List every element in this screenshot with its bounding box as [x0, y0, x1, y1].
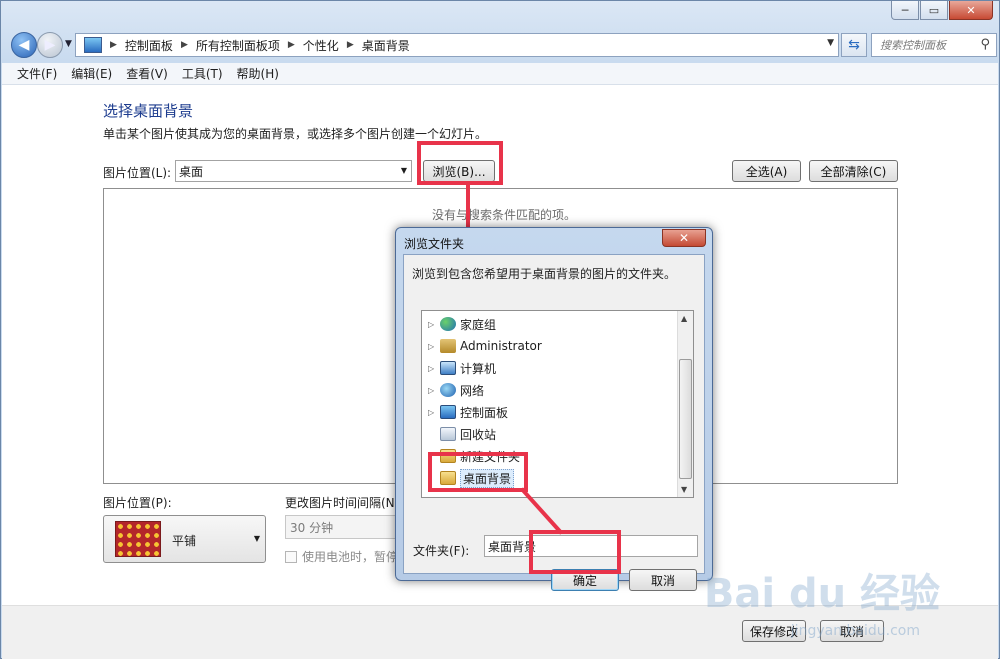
tree-item-label: Administrator — [460, 339, 542, 353]
battery-pause-label: 使用电池时，暂停幻 — [302, 550, 411, 564]
close-window-button[interactable]: ✕ — [949, 1, 993, 20]
minimize-button[interactable]: ─ — [891, 1, 919, 20]
dialog-cancel-button[interactable]: 取消 — [629, 569, 697, 591]
tree-item-label: 家庭组 — [460, 317, 497, 332]
select-all-button[interactable]: 全选(A) — [732, 160, 801, 182]
menu-view[interactable]: 查看(V) — [119, 65, 175, 82]
menu-tools[interactable]: 工具(T) — [175, 65, 230, 82]
window-caption-buttons: ─ ▭ ✕ — [891, 1, 993, 20]
expand-icon[interactable]: ▷ — [428, 408, 440, 417]
tree-item[interactable]: ▷ 家庭组 — [428, 314, 496, 334]
baidu-watermark-url: jingyan.baidu.com — [790, 623, 920, 639]
picture-position-label: 图片位置(P): — [103, 496, 172, 510]
user-folder-icon — [440, 339, 456, 353]
picture-position-value: 平铺 — [172, 534, 197, 548]
forward-button[interactable]: ▶ — [37, 32, 63, 58]
search-placeholder: 搜索控制面板 — [880, 39, 946, 52]
scroll-down-icon[interactable]: ▼ — [681, 485, 687, 494]
folder-label: 文件夹(F): — [413, 544, 470, 558]
picture-position-select[interactable]: 平铺 ▼ — [103, 515, 266, 563]
breadcrumb-desktop-background[interactable]: 桌面背景 — [358, 37, 414, 54]
menu-edit[interactable]: 编辑(E) — [64, 65, 119, 82]
picture-location-value: 桌面 — [179, 164, 204, 179]
tree-item[interactable]: 回收站 — [428, 424, 496, 444]
vertical-scrollbar[interactable]: ▲ ▼ — [677, 311, 693, 497]
navigation-bar: ◀ ▶ ▼ ▶ 控制面板 ▶ 所有控制面板项 ▶ 个性化 ▶ 桌面背景 ▼ ⇆ … — [9, 31, 997, 59]
address-bar[interactable]: ▶ 控制面板 ▶ 所有控制面板项 ▶ 个性化 ▶ 桌面背景 ▼ — [75, 33, 839, 57]
dialog-description: 浏览到包含您希望用于桌面背景的图片的文件夹。 — [412, 267, 677, 281]
control-panel-icon — [440, 405, 456, 419]
breadcrumb-personalization[interactable]: 个性化 — [299, 37, 343, 54]
tree-item-label: 网络 — [460, 383, 485, 398]
recent-pages-dropdown-icon[interactable]: ▼ — [65, 39, 72, 49]
expand-icon[interactable]: ▷ — [428, 320, 440, 329]
menu-bar: 文件(F) 编辑(E) 查看(V) 工具(T) 帮助(H) — [2, 63, 998, 85]
scroll-thumb[interactable] — [679, 359, 692, 479]
back-arrow-icon: ◀ — [18, 37, 30, 53]
scroll-up-icon[interactable]: ▲ — [681, 314, 687, 323]
folder-highlight-box — [428, 452, 528, 492]
dropdown-arrow-icon: ▼ — [400, 166, 407, 175]
empty-message: 没有与搜索条件匹配的项。 — [432, 208, 577, 222]
tree-item-label: 回收站 — [460, 427, 497, 442]
dialog-title: 浏览文件夹 — [404, 237, 465, 251]
breadcrumb-all-items[interactable]: 所有控制面板项 — [192, 37, 284, 54]
computer-icon — [440, 361, 456, 375]
chevron-right-icon[interactable]: ▶ — [284, 40, 299, 50]
recycle-bin-icon — [440, 427, 456, 441]
browse-highlight-box — [417, 141, 503, 185]
back-button[interactable]: ◀ — [11, 32, 37, 58]
dropdown-arrow-icon: ▼ — [253, 534, 260, 543]
forward-arrow-icon: ▶ — [44, 37, 56, 53]
baidu-watermark: Bai du 经验 — [703, 571, 940, 617]
chevron-right-icon[interactable]: ▶ — [106, 40, 121, 50]
chevron-right-icon[interactable]: ▶ — [177, 40, 192, 50]
battery-pause-option: 使用电池时，暂停幻 — [285, 548, 410, 565]
interval-label: 更改图片时间间隔(N): — [285, 496, 404, 510]
tile-preview-icon — [115, 521, 161, 557]
interval-select: 30 分钟 — [285, 515, 400, 539]
breadcrumb-control-panel[interactable]: 控制面板 — [121, 37, 177, 54]
menu-file[interactable]: 文件(F) — [10, 65, 64, 82]
picture-location-select[interactable]: 桌面 ▼ — [175, 160, 412, 182]
clear-all-button[interactable]: 全部清除(C) — [809, 160, 898, 182]
refresh-icon: ⇆ — [848, 37, 860, 53]
refresh-button[interactable]: ⇆ — [841, 33, 867, 57]
tree-item-label: 控制面板 — [460, 405, 509, 420]
search-input[interactable]: 搜索控制面板 ⚲ — [871, 33, 997, 57]
expand-icon[interactable]: ▷ — [428, 386, 440, 395]
control-panel-icon — [84, 37, 102, 53]
tree-item[interactable]: ▷ 计算机 — [428, 358, 496, 378]
tree-item-label: 计算机 — [460, 361, 497, 376]
page-description: 单击某个图片使其成为您的桌面背景，或选择多个图片创建一个幻灯片。 — [103, 127, 488, 141]
address-dropdown-icon[interactable]: ▼ — [827, 38, 834, 48]
expand-icon[interactable]: ▷ — [428, 342, 440, 351]
picture-location-label: 图片位置(L): — [103, 166, 172, 180]
page-title: 选择桌面背景 — [103, 102, 194, 120]
ok-highlight-box — [529, 530, 621, 574]
tree-item[interactable]: ▷ 控制面板 — [428, 402, 508, 422]
search-icon[interactable]: ⚲ — [980, 37, 990, 52]
chevron-right-icon[interactable]: ▶ — [343, 40, 358, 50]
homegroup-icon — [440, 317, 456, 331]
expand-icon[interactable]: ▷ — [428, 364, 440, 373]
menu-help[interactable]: 帮助(H) — [230, 65, 286, 82]
tree-item[interactable]: ▷ Administrator — [428, 336, 542, 356]
restore-button[interactable]: ▭ — [920, 1, 948, 20]
tree-item[interactable]: ▷ 网络 — [428, 380, 484, 400]
dialog-close-button[interactable]: ✕ — [662, 229, 706, 247]
network-icon — [440, 383, 456, 397]
battery-pause-checkbox — [285, 550, 297, 563]
